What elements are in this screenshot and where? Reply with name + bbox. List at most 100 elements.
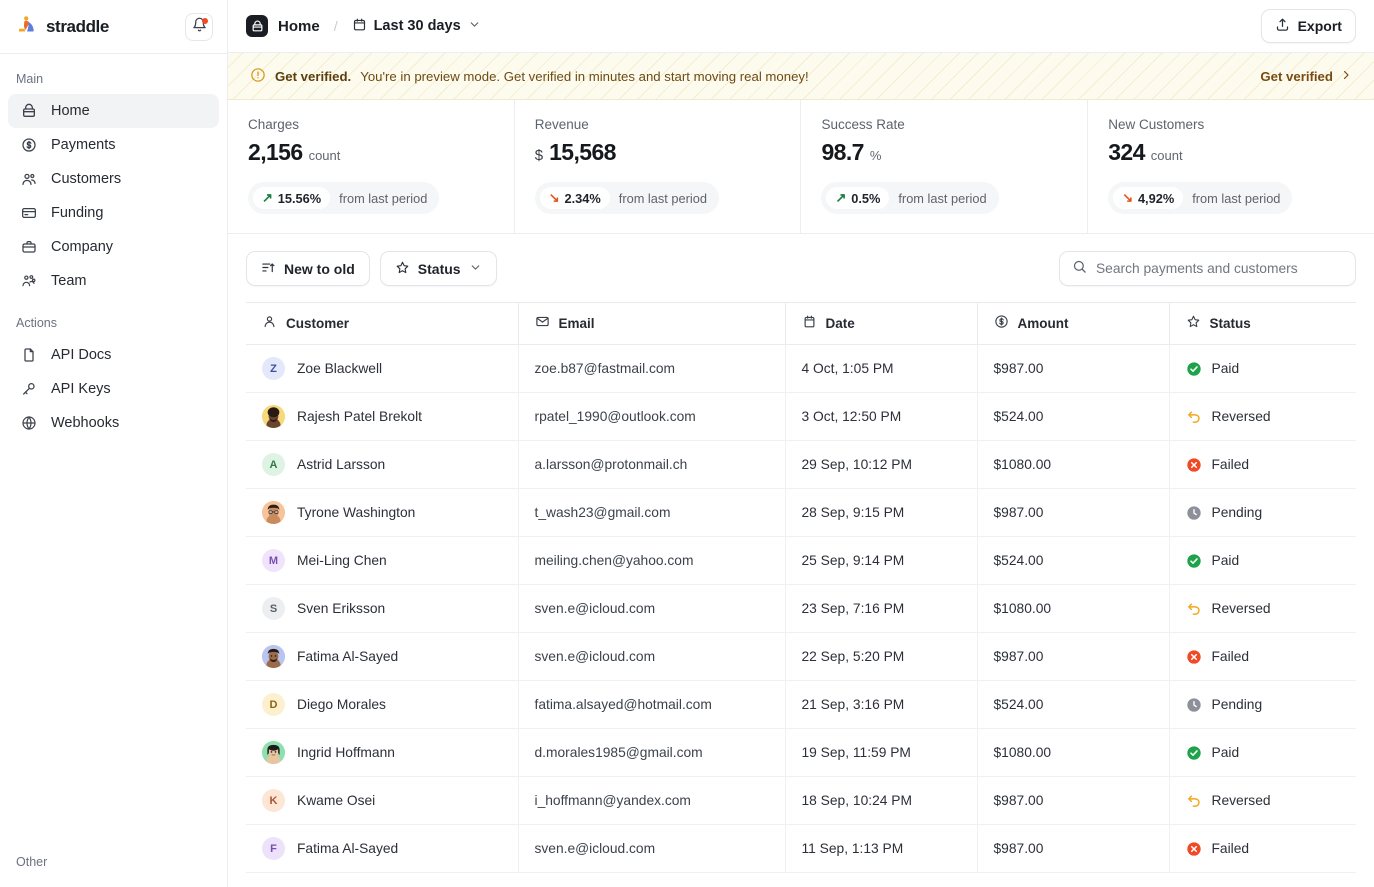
payment-amount: $987.00 <box>993 361 1044 376</box>
brand[interactable]: straddle <box>16 13 109 40</box>
table-row[interactable]: Fatima Al-Sayed sven.e@icloud.com 22 Sep, … <box>246 632 1356 681</box>
calendar-icon <box>802 314 817 332</box>
table-body: Z Zoe Blackwell zoe.b87@fastmail.com 4 Oct,… <box>246 344 1356 873</box>
sidebar-item-customers[interactable]: Customers <box>8 162 219 196</box>
cell-date: 22 Sep, 5:20 PM <box>785 632 978 681</box>
sidebar-item-label: Webhooks <box>51 415 120 431</box>
cell-status: Reversed <box>1169 776 1356 825</box>
sidebar-item-api-keys[interactable]: API Keys <box>8 372 219 406</box>
table-row[interactable]: A Astrid Larsson a.larsson@protonmail.ch 29… <box>246 440 1356 489</box>
payment-amount: $524.00 <box>993 697 1044 712</box>
sidebar-item-company[interactable]: Company <box>8 230 219 264</box>
date-range-label: Last 30 days <box>373 18 461 34</box>
sidebar: straddle Main Home Payments Customers Fu… <box>0 0 228 887</box>
metrics-row: Charges 2,156 count ↗ 15.56% from last p… <box>228 100 1374 234</box>
cell-customer: D Diego Morales <box>246 680 519 729</box>
status-failed-icon <box>1186 841 1202 857</box>
customer-name: Rajesh Patel Brekolt <box>297 409 423 424</box>
payment-amount: $524.00 <box>993 553 1044 568</box>
sidebar-item-payments[interactable]: Payments <box>8 128 219 162</box>
avatar-initial: S <box>269 602 278 615</box>
payment-date: 29 Sep, 10:12 PM <box>801 457 912 472</box>
customer-email: fatima.alsayed@hotmail.com <box>534 697 712 712</box>
sidebar-section-main-label: Main <box>16 72 44 86</box>
status-badge: Reversed <box>1211 409 1271 424</box>
search-box[interactable] <box>1058 251 1356 286</box>
status-badge: Paid <box>1211 361 1240 376</box>
customer-email: t_wash23@gmail.com <box>534 505 671 520</box>
customer-email: rpatel_1990@outlook.com <box>534 409 696 424</box>
table-row[interactable]: Ingrid Hoffmann d.morales1985@gmail.com 19… <box>246 728 1356 777</box>
status-badge: Failed <box>1211 841 1250 856</box>
cell-status: Pending <box>1169 680 1356 729</box>
table-row[interactable]: Rajesh Patel Brekolt rpatel_1990@outlook.… <box>246 392 1356 441</box>
column-header-email[interactable]: Email <box>518 302 786 345</box>
app-root: straddle Main Home Payments Customers Fu… <box>0 0 1374 887</box>
customer-email: zoe.b87@fastmail.com <box>534 361 676 376</box>
payment-date: 4 Oct, 1:05 PM <box>801 361 894 376</box>
cell-amount: $524.00 <box>977 392 1170 441</box>
trend-down-icon: ↘ <box>1122 190 1133 205</box>
document-icon <box>20 347 37 364</box>
cell-customer: Tyrone Washington <box>246 488 519 537</box>
search-icon <box>1072 259 1087 279</box>
column-header-date[interactable]: Date <box>785 302 978 345</box>
metric-number: 98.7 <box>821 139 864 165</box>
table-row[interactable]: K Kwame Osei i_hoffmann@yandex.com 18 Sep, … <box>246 776 1356 825</box>
main-content: Home / Last 30 days Export Get verified.… <box>228 0 1374 887</box>
customer-email: meiling.chen@yahoo.com <box>534 553 694 568</box>
home-badge-icon <box>246 15 268 37</box>
export-button[interactable]: Export <box>1260 9 1356 43</box>
sort-button[interactable]: New to old <box>246 251 370 286</box>
metric-delta-text: from last period <box>618 190 707 206</box>
sidebar-item-team[interactable]: Team <box>8 264 219 298</box>
metric-card-success-rate: Success Rate 98.7 % ↗ 0.5% from last per… <box>801 100 1089 233</box>
sidebar-item-label: Company <box>51 239 114 255</box>
metric-number: 15,568 <box>549 139 616 165</box>
table-row[interactable]: D Diego Morales fatima.alsayed@hotmail.com… <box>246 680 1356 729</box>
sidebar-item-funding[interactable]: Funding <box>8 196 219 230</box>
get-verified-link[interactable]: Get verified <box>1260 69 1352 84</box>
users-icon <box>20 171 37 188</box>
status-pending-icon <box>1186 697 1202 713</box>
metric-delta: ↘ 2.34% from last period <box>534 182 719 214</box>
breadcrumb-home[interactable]: Home <box>278 18 320 35</box>
column-header-status[interactable]: Status <box>1169 302 1356 345</box>
status-filter-button[interactable]: Status <box>379 251 497 286</box>
table-row[interactable]: F Fatima Al-Sayed sven.e@icloud.com 11 Sep,… <box>246 824 1356 873</box>
avatar: Z <box>262 357 285 380</box>
avatar: K <box>262 789 285 812</box>
metric-card-new-customers: New Customers 324 count ↘ 4,92% from las… <box>1088 100 1374 233</box>
notification-bell-button[interactable] <box>185 12 213 41</box>
search-input[interactable] <box>1095 261 1343 276</box>
avatar-initial: M <box>268 554 279 567</box>
table-row[interactable]: M Mei-Ling Chen meiling.chen@yahoo.com 25 S… <box>246 536 1356 585</box>
cell-date: 19 Sep, 11:59 PM <box>785 728 978 777</box>
sidebar-item-home[interactable]: Home <box>8 94 219 128</box>
payment-amount: $524.00 <box>993 409 1044 424</box>
table-toolbar: New to old Status <box>228 234 1374 302</box>
table-row[interactable]: Z Zoe Blackwell zoe.b87@fastmail.com 4 Oct,… <box>246 344 1356 393</box>
column-header-amount[interactable]: Amount <box>977 302 1170 345</box>
cell-status: Paid <box>1169 536 1356 585</box>
cell-status: Paid <box>1169 344 1356 393</box>
payment-amount: $987.00 <box>993 793 1044 808</box>
table-row[interactable]: S Sven Eriksson sven.e@icloud.com 23 Sep, 7… <box>246 584 1356 633</box>
customer-email: sven.e@icloud.com <box>534 601 656 616</box>
key-icon <box>20 381 37 398</box>
cell-email: sven.e@icloud.com <box>518 584 786 633</box>
metric-delta-pill: ↘ 2.34% <box>539 187 610 209</box>
payment-date: 22 Sep, 5:20 PM <box>801 649 905 664</box>
avatar <box>262 501 285 524</box>
date-range-selector[interactable]: Last 30 days <box>352 17 481 36</box>
table-row[interactable]: Tyrone Washington t_wash23@gmail.com 28 Se… <box>246 488 1356 537</box>
customer-email: sven.e@icloud.com <box>534 649 656 664</box>
cell-amount: $987.00 <box>977 632 1170 681</box>
upload-icon <box>1275 17 1290 35</box>
column-header-customer[interactable]: Customer <box>246 302 519 345</box>
cell-status: Paid <box>1169 728 1356 777</box>
sidebar-item-webhooks[interactable]: Webhooks <box>8 406 219 440</box>
cell-date: 29 Sep, 10:12 PM <box>785 440 978 489</box>
cell-amount: $987.00 <box>977 344 1170 393</box>
sidebar-item-api-docs[interactable]: API Docs <box>8 338 219 372</box>
